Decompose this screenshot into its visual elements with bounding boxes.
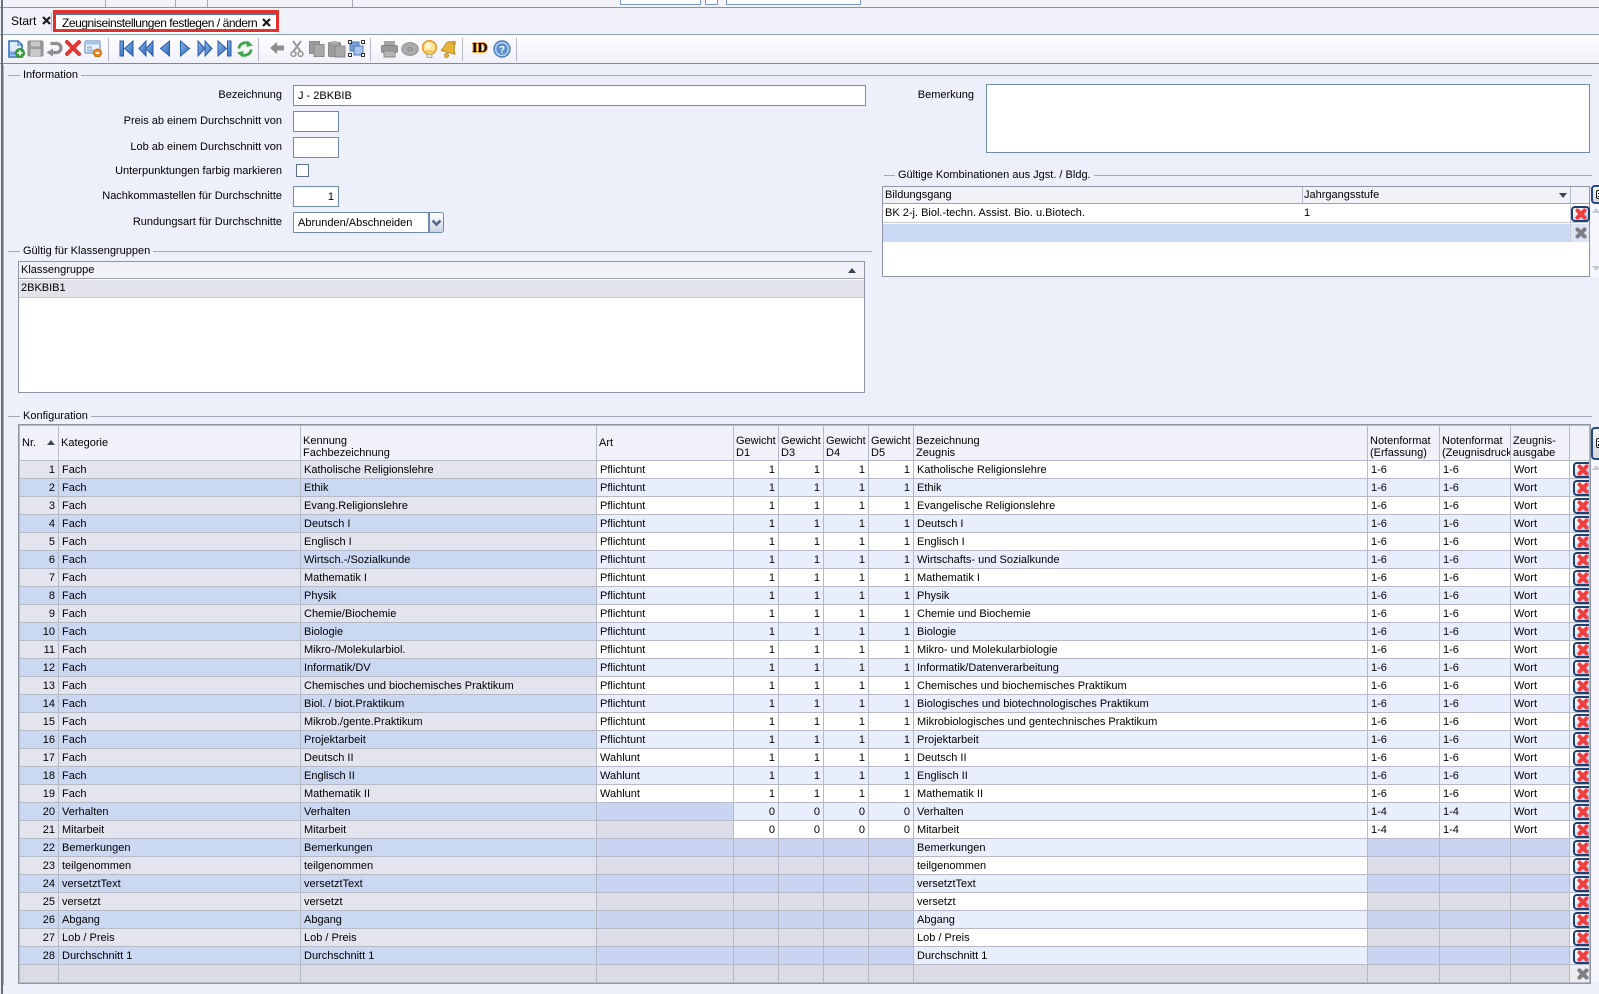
svg-text:?: ? [499,45,505,56]
